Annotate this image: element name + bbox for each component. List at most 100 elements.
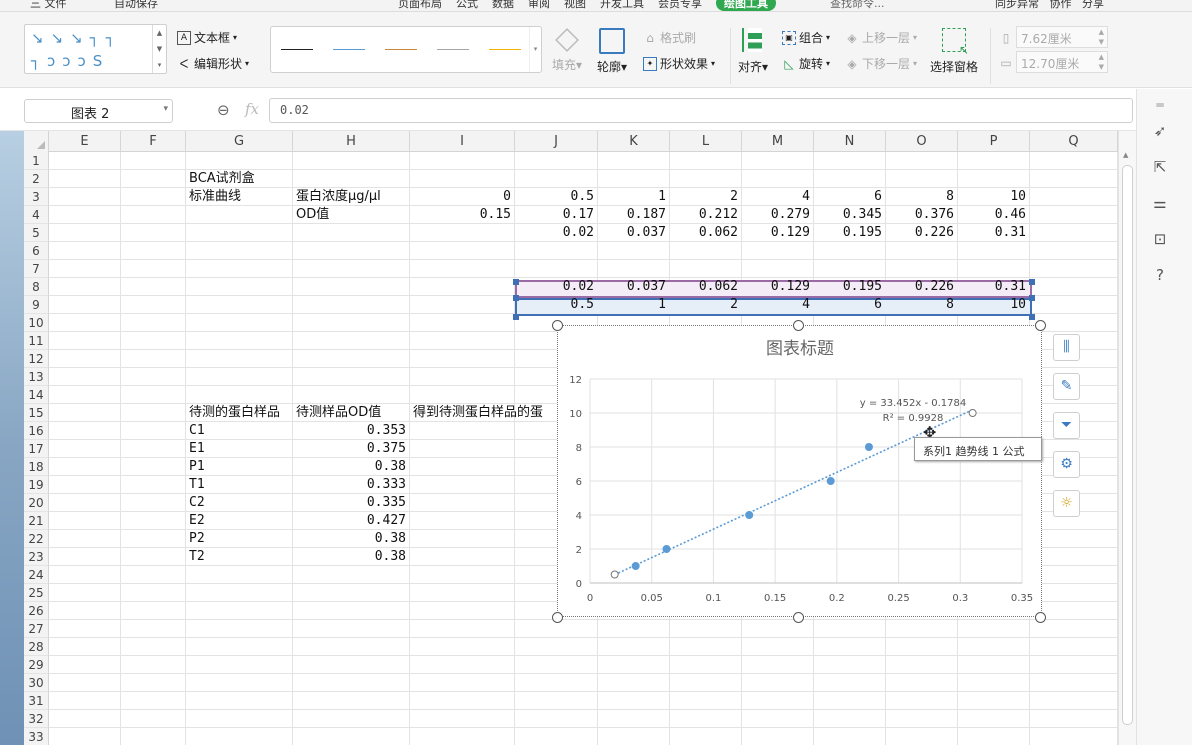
- cell-row9[interactable]: 2: [670, 296, 738, 314]
- cell-g3[interactable]: 标准曲线: [189, 188, 241, 206]
- cell-row4[interactable]: 0.279: [742, 206, 810, 224]
- line-style-orange[interactable]: [385, 49, 417, 50]
- column-header-P[interactable]: P: [958, 131, 1030, 152]
- line-shape-gallery[interactable]: ↘↘↘┐┐┐ↄↄↄЅ ▲▼▾: [24, 24, 167, 74]
- row-header-30[interactable]: 30: [24, 674, 49, 692]
- line-style-gallery[interactable]: ▾: [270, 26, 542, 73]
- cell-row3[interactable]: 0: [410, 188, 511, 206]
- row-header-32[interactable]: 32: [24, 710, 49, 728]
- cell-sample-name[interactable]: E2: [189, 512, 205, 530]
- row-header-25[interactable]: 25: [24, 584, 49, 602]
- row-header-8[interactable]: 8: [24, 278, 49, 296]
- line-style-gold[interactable]: [489, 49, 521, 50]
- tab-review[interactable]: 审阅: [528, 0, 550, 11]
- cell-row4[interactable]: 0.15: [410, 206, 511, 224]
- fx-icon[interactable]: fx: [245, 100, 259, 118]
- chart-tips-lightbulb-icon[interactable]: ☼: [1053, 490, 1080, 517]
- cell-row9[interactable]: 10: [958, 296, 1026, 314]
- cell-row5[interactable]: 0.195: [814, 224, 882, 242]
- rocket-icon[interactable]: ➶: [1150, 121, 1170, 141]
- cell-g15[interactable]: 待测的蛋白样品: [189, 404, 280, 422]
- chart-style-brush-icon[interactable]: ✎: [1053, 373, 1080, 400]
- shape-effect-button[interactable]: ✦ 形状效果▾: [643, 55, 715, 72]
- cell-row8[interactable]: 0.31: [958, 278, 1026, 296]
- spreadsheet-grid[interactable]: EFGHIJKLMNOPQ 12345678910111213141516171…: [24, 131, 1118, 745]
- chart-filter-icon[interactable]: ⏷: [1053, 412, 1080, 439]
- cell-sample-name[interactable]: T1: [189, 476, 205, 494]
- range-resize-handle[interactable]: [513, 314, 519, 320]
- cell-sample-od[interactable]: 0.333: [293, 476, 406, 494]
- cell-row4[interactable]: 0.187: [598, 206, 666, 224]
- cell-sample-od[interactable]: 0.38: [293, 458, 406, 476]
- row-header-4[interactable]: 4: [24, 206, 49, 224]
- scroll-thumb[interactable]: [1122, 165, 1133, 725]
- row-header-21[interactable]: 21: [24, 512, 49, 530]
- row-header-18[interactable]: 18: [24, 458, 49, 476]
- formula-input[interactable]: 0.02: [269, 98, 1133, 123]
- row-header-26[interactable]: 26: [24, 602, 49, 620]
- row-header-29[interactable]: 29: [24, 656, 49, 674]
- cell-row8[interactable]: 0.02: [515, 278, 594, 296]
- cell-row4[interactable]: 0.17: [515, 206, 594, 224]
- line-style-gray[interactable]: [437, 49, 469, 50]
- cell-row5[interactable]: 0.31: [958, 224, 1026, 242]
- cell-sample-name[interactable]: C1: [189, 422, 205, 440]
- collab-button[interactable]: 协作: [1050, 0, 1072, 10]
- cell-sample-name[interactable]: P2: [189, 530, 205, 548]
- shape-height-input[interactable]: 7.62厘米▲▼: [1016, 26, 1108, 48]
- cell-i15[interactable]: 得到待测蛋白样品的蛋: [413, 404, 543, 422]
- column-header-G[interactable]: G: [186, 131, 293, 152]
- line-style-black[interactable]: [281, 49, 313, 50]
- transform-icon[interactable]: ⊡: [1150, 229, 1170, 249]
- row-header-28[interactable]: 28: [24, 638, 49, 656]
- cell-sample-od[interactable]: 0.353: [293, 422, 406, 440]
- sliders-icon[interactable]: ⚌: [1150, 193, 1170, 213]
- row-header-22[interactable]: 22: [24, 530, 49, 548]
- cell-sample-name[interactable]: T2: [189, 548, 205, 566]
- cell-row3[interactable]: 2: [670, 188, 738, 206]
- cell-sample-name[interactable]: E1: [189, 440, 205, 458]
- row-header-6[interactable]: 6: [24, 242, 49, 260]
- cell-row4[interactable]: 0.376: [886, 206, 954, 224]
- cell-row4[interactable]: 0.345: [814, 206, 882, 224]
- row-header-15[interactable]: 15: [24, 404, 49, 422]
- row-header-5[interactable]: 5: [24, 224, 49, 242]
- cell-row9[interactable]: 6: [814, 296, 882, 314]
- scatter-chart[interactable]: 图表标题02468101200.050.10.150.20.250.30.35y…: [557, 325, 1042, 617]
- name-box[interactable]: 图表 2▾: [24, 99, 173, 123]
- row-header-11[interactable]: 11: [24, 332, 49, 350]
- chart-resize-handle[interactable]: [793, 320, 804, 331]
- cell-row8[interactable]: 0.062: [670, 278, 738, 296]
- search-command[interactable]: 查找命令...: [830, 0, 885, 11]
- row-header-2[interactable]: 2: [24, 170, 49, 188]
- cell-row3[interactable]: 4: [742, 188, 810, 206]
- column-header-H[interactable]: H: [293, 131, 410, 152]
- fill-button[interactable]: 填充▾: [552, 28, 582, 73]
- cell-row3[interactable]: 1: [598, 188, 666, 206]
- row-header-16[interactable]: 16: [24, 422, 49, 440]
- column-header-M[interactable]: M: [742, 131, 814, 152]
- cell-sample-od[interactable]: 0.38: [293, 548, 406, 566]
- row-header-7[interactable]: 7: [24, 260, 49, 278]
- range-resize-handle[interactable]: [513, 295, 519, 301]
- line-style-blue[interactable]: [333, 49, 365, 50]
- tab-developer[interactable]: 开发工具: [600, 0, 644, 11]
- column-header-Q[interactable]: Q: [1030, 131, 1118, 152]
- row-header-1[interactable]: 1: [24, 152, 49, 170]
- row-header-19[interactable]: 19: [24, 476, 49, 494]
- range-resize-handle[interactable]: [1029, 279, 1035, 285]
- panel-menu-icon[interactable]: ═: [1150, 95, 1170, 115]
- tab-page-layout[interactable]: 页面布局: [398, 0, 442, 11]
- tab-member[interactable]: 会员专享: [658, 0, 702, 11]
- group-button[interactable]: ▣ 组合▾: [782, 29, 830, 46]
- chart-elements-icon[interactable]: ⫼: [1053, 334, 1080, 361]
- cell-row5[interactable]: 0.226: [886, 224, 954, 242]
- tab-formula[interactable]: 公式: [456, 0, 478, 11]
- autosave-toggle[interactable]: 自动保存: [114, 0, 158, 11]
- vertical-scrollbar[interactable]: ▲: [1118, 131, 1136, 745]
- row-header-13[interactable]: 13: [24, 368, 49, 386]
- cell-row8[interactable]: 0.195: [814, 278, 882, 296]
- sync-status[interactable]: 同步异常: [995, 0, 1039, 10]
- cell-h3[interactable]: 蛋白浓度μg/μl: [296, 188, 381, 206]
- cell-row9[interactable]: 8: [886, 296, 954, 314]
